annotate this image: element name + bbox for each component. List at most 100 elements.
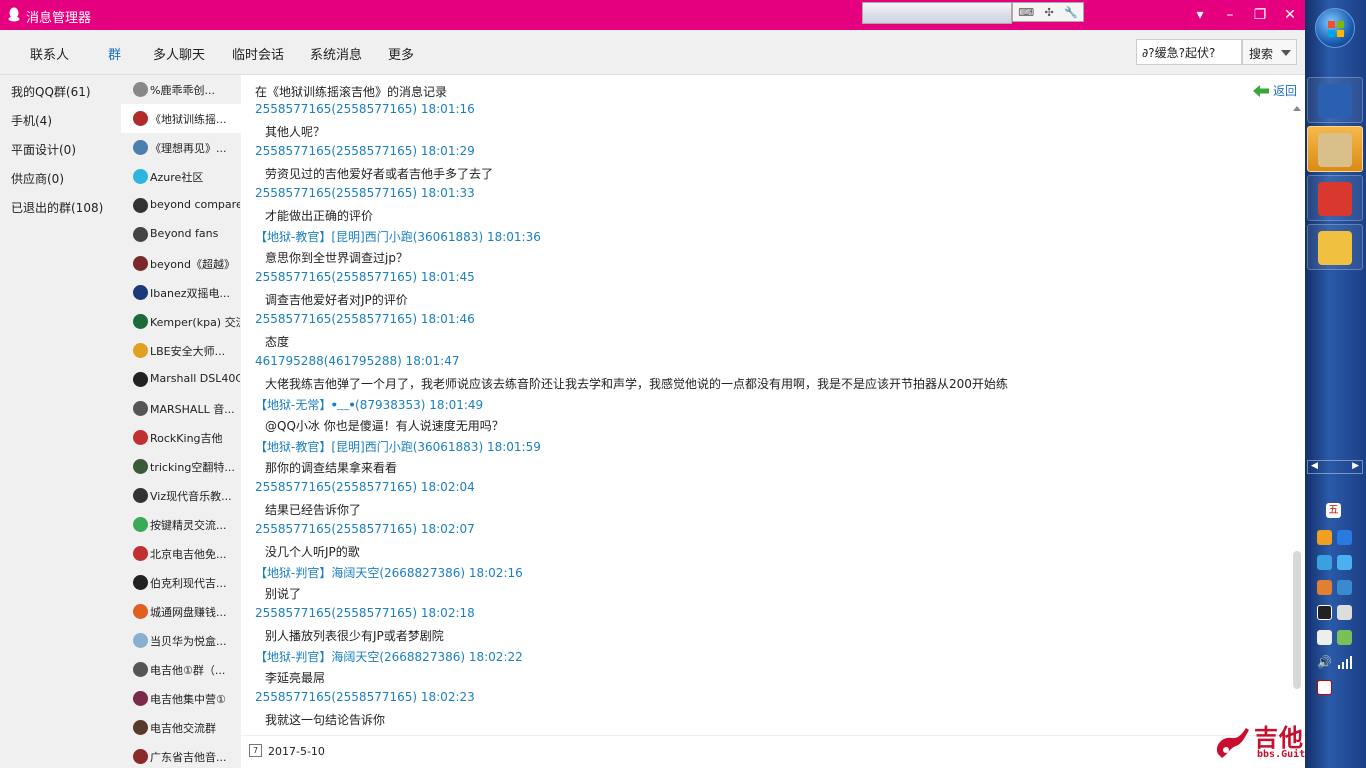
shield-tray-icon[interactable] [1337,630,1352,645]
document-tray-icon[interactable] [1337,605,1352,620]
message-text: 大佬我练吉他弹了一个月了，我老师说应该去练音阶还让我去学和声学，我感觉他说的一点… [265,377,1008,391]
group-category-list: 我的QQ群(61) 手机(4) 平面设计(0) 供应商(0) 已退出的群(108… [0,75,121,768]
message-text: 别说了 [265,587,302,601]
taskbar-app-button[interactable] [1307,77,1363,123]
message-sender: 2558577165(2558577165) 18:01:33 [255,186,475,200]
group-avatar-icon [133,256,148,271]
bluetooth-icon[interactable] [1337,580,1352,595]
message-sender: 2558577165(2558577165) 18:01:46 [255,312,475,326]
current-date: 2017-5-10 [268,745,325,758]
group-list-item[interactable]: beyond compare [121,191,241,220]
message-sender: 2558577165(2558577165) 18:02:18 [255,606,475,620]
group-list-item[interactable]: beyond《超越》 [121,249,241,278]
flag-tray-icon[interactable] [1317,680,1332,695]
group-list-item[interactable]: Azure社区 [121,162,241,191]
clipboard-tray-icon[interactable] [1317,630,1332,645]
group-avatar-icon [133,604,148,619]
group-category-exited[interactable]: 已退出的群(108) [11,199,103,216]
group-list-item[interactable]: RockKing吉他 [121,423,241,452]
tab-contacts[interactable]: 联系人 [30,44,69,63]
volume-icon[interactable]: 🔊 [1317,655,1332,670]
group-list-item[interactable]: 电吉他①群（... [121,655,241,684]
group-avatar-icon [133,691,148,706]
dropdown-menu-button[interactable]: ▾ [1190,5,1210,25]
chevron-down-icon[interactable] [1281,50,1291,56]
tab-temp-session[interactable]: 临时会话 [232,44,284,63]
taskbar-app-button[interactable] [1307,224,1363,270]
group-category-graphic-design[interactable]: 平面设计(0) [11,141,76,158]
start-button[interactable] [1315,8,1355,48]
group-name: 当贝华为悦盒... [150,635,227,648]
group-list-item[interactable]: Beyond fans [121,220,241,249]
group-category-mobile[interactable]: 手机(4) [11,112,52,129]
group-list-item[interactable]: %鹿乖乖创... [121,75,241,104]
search-button[interactable]: 搜索 [1242,39,1297,65]
group-list-item[interactable]: 《理想再见》... [121,133,241,162]
group-list-item[interactable]: Marshall DSL40C [121,365,241,394]
taskbar-pager[interactable]: ◀ ▶ [1307,460,1363,474]
message-sender: 【地狱-教官】[昆明]西门小跑(36061883) 18:01:36 [255,230,541,244]
minimize-button[interactable]: – [1220,5,1240,25]
taskbar-app-button[interactable] [1307,126,1363,172]
message-sender: 2558577165(2558577165) 18:01:16 [255,102,475,116]
calendar-icon[interactable]: 7 [249,744,262,757]
group-name: MARSHALL 音... [150,403,235,416]
pager-next-icon[interactable]: ▶ [1352,461,1359,473]
group-list-item[interactable]: LBE安全大师... [121,336,241,365]
tray-app-icon[interactable] [1317,530,1332,545]
tab-more[interactable]: 更多 [388,44,414,63]
wrench-icon[interactable]: 🔧 [1064,6,1078,19]
network-tray-icon[interactable] [1317,555,1332,570]
group-list-item[interactable]: 按键精灵交流... [121,510,241,539]
close-button[interactable]: ✕ [1280,5,1300,25]
group-category-my-qq[interactable]: 我的QQ群(61) [11,83,91,100]
group-list-item[interactable]: 城通网盘赚钱... [121,597,241,626]
back-button[interactable]: 返回 [1253,82,1297,99]
group-name: 广东省吉他音... [150,751,227,764]
signal-strength-icon[interactable] [1337,655,1352,670]
group-name: Viz现代音乐教... [150,490,232,503]
message-sender: 【地狱-判官】海阔天空(2668827386) 18:02:16 [255,566,523,580]
group-avatar-icon [133,314,148,329]
group-name: Azure社区 [150,171,204,184]
taskbar-app-button[interactable] [1307,175,1363,221]
group-list-item[interactable]: MARSHALL 音... [121,394,241,423]
group-list-item[interactable]: tricking空翻特... [121,452,241,481]
qq-tray-icon[interactable] [1317,605,1332,620]
group-list-item[interactable]: 北京电吉他免... [121,539,241,568]
message-sender: 2558577165(2558577165) 18:02:23 [255,690,475,704]
group-list-item[interactable]: 电吉他集中营① [121,684,241,713]
restore-button[interactable]: ❐ [1250,5,1270,25]
security-tray-icon[interactable] [1337,530,1352,545]
group-avatar-icon [133,111,148,126]
ime-toolbar[interactable]: ⌨ ✣ 🔧 [1012,2,1084,22]
group-list-item[interactable]: Ibanez双摇电... [121,278,241,307]
scroll-up-icon[interactable] [1293,106,1301,111]
group-list-item[interactable]: 电吉他交流群 [121,713,241,742]
tab-groups[interactable]: 群 [108,44,121,63]
group-name: 伯克利现代吉... [150,577,227,590]
group-category-suppliers[interactable]: 供应商(0) [11,170,64,187]
message-scrollbar[interactable] [1290,103,1304,733]
group-name: 《地狱训练摇... [150,113,227,126]
keyboard-icon[interactable]: ⌨ [1018,6,1034,19]
search-input[interactable]: ∂?缓急?起伏? [1136,39,1242,65]
scroll-thumb[interactable] [1293,551,1301,689]
punctuation-icon[interactable]: ✣ [1044,6,1053,19]
page-title: 在《地狱训练摇滚吉他》的消息记录 [255,85,448,99]
group-list-item[interactable]: 当贝华为悦盒... [121,626,241,655]
group-list-item[interactable]: Viz现代音乐教... [121,481,241,510]
qq-penguin-icon [8,7,20,22]
group-list-item[interactable]: Kemper(kpa) 交流 [121,307,241,336]
cloud-tray-icon[interactable] [1337,555,1352,570]
tab-multi-chat[interactable]: 多人聊天 [153,44,205,63]
pager-prev-icon[interactable]: ◀ [1311,461,1318,473]
message-sender: 2558577165(2558577165) 18:01:45 [255,270,475,284]
group-list-item[interactable]: 伯克利现代吉... [121,568,241,597]
group-list-item[interactable]: 广东省吉他音... [121,742,241,768]
calendar-tray-icon[interactable]: 五 [1326,503,1341,518]
tab-system-messages[interactable]: 系统消息 [310,44,362,63]
tray-cat-icon[interactable] [1317,580,1332,595]
windows-logo-icon [1328,21,1344,37]
group-list-item[interactable]: 《地狱训练摇... [121,104,241,133]
